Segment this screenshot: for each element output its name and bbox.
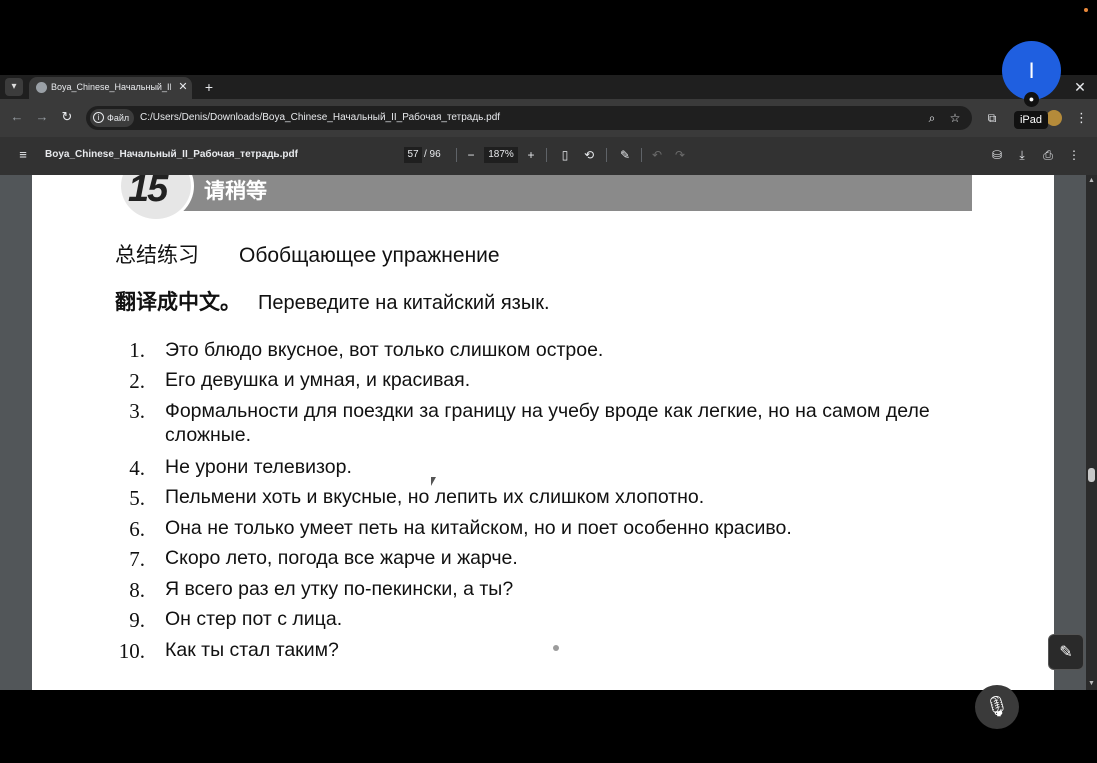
redo-icon[interactable]: ↷ [672, 147, 688, 163]
zoom-input[interactable]: 187% [484, 147, 518, 163]
screen: ▾ Boya_Chinese_Начальный_II_Р ✕ + ✕ ← → … [0, 0, 1097, 763]
fit-page-icon[interactable]: ▯ [557, 147, 573, 163]
exercise-text: Не урони телевизор. [165, 456, 352, 478]
print-icon[interactable]: ⎙ [1040, 147, 1056, 163]
scroll-up-arrow-icon[interactable]: ▲ [1087, 176, 1096, 185]
task-heading-ru: Переведите на китайский язык. [258, 292, 550, 314]
lesson-title: 请稍等 [204, 179, 267, 203]
lesson-number: 15 [128, 175, 168, 210]
section-heading-ru: Обобщающее упражнение [239, 244, 500, 267]
exercise-text: Он стер пот с лица. [165, 608, 343, 630]
vertical-scrollbar[interactable] [1086, 175, 1097, 690]
tab-close-button[interactable]: ✕ [176, 80, 190, 94]
back-button[interactable]: ← [8, 108, 26, 126]
exercise-number: 6. [129, 517, 145, 541]
pdf-page: 15 请稍等 总结练习 Обобщающее упражнение 翻译成中文。… [32, 175, 1054, 690]
tab-title[interactable]: Boya_Chinese_Начальный_II_Р [51, 80, 171, 94]
zoom-in-button[interactable]: + [523, 147, 539, 163]
forward-button[interactable]: → [33, 108, 51, 126]
new-tab-button[interactable]: + [200, 79, 218, 95]
exercise-number: 7. [129, 547, 145, 571]
annotate-pen-icon[interactable]: ✎ [617, 147, 633, 163]
exercise-number: 1. [129, 338, 145, 362]
pdf-viewer[interactable]: 15 请稍等 总结练习 Обобщающее упражнение 翻译成中文。… [0, 175, 1097, 690]
globe-icon [36, 82, 47, 93]
pointer-dot [553, 645, 559, 651]
task-heading-zh: 翻译成中文。 [115, 290, 241, 314]
extensions-icon[interactable]: ⧉ [984, 110, 1000, 126]
site-chip-label: Файл [107, 113, 130, 123]
exercise-text: Она не только умеет петь на китайском, н… [165, 517, 792, 539]
sidebar-menu-icon[interactable]: ≡ [15, 147, 31, 163]
scroll-down-arrow-icon[interactable]: ▼ [1087, 679, 1096, 688]
exercise-text: Как ты стал таким? [165, 639, 339, 661]
drive-save-icon[interactable]: ⛁ [989, 147, 1005, 163]
window-close-button[interactable]: ✕ [1071, 79, 1089, 95]
divider [456, 148, 457, 162]
scrollbar-thumb[interactable] [1088, 468, 1095, 482]
tab-search-button[interactable]: ▾ [5, 78, 23, 96]
divider [641, 148, 642, 162]
pdf-title: Boya_Chinese_Начальный_II_Рабочая_тетрад… [45, 149, 298, 160]
microphone-icon: ● [1024, 92, 1039, 107]
exercise-number: 10. [118, 639, 145, 663]
pdf-more-icon[interactable]: ⋮ [1066, 147, 1082, 163]
divider [606, 148, 607, 162]
recording-indicator [1084, 8, 1088, 12]
exercise-number: 3. [129, 399, 145, 423]
exercise-text: Его девушка и умная, и красивая. [165, 369, 471, 391]
exercise-number: 8. [129, 578, 145, 602]
mouse-cursor-icon [431, 477, 436, 486]
lesson-banner [182, 175, 972, 211]
exercise-number: 9. [129, 608, 145, 632]
exercise-number: 5. [129, 486, 145, 510]
rotate-icon[interactable]: ⟲ [581, 147, 597, 163]
device-label: iPad [1014, 111, 1048, 129]
microphone-button[interactable]: 🎙 [975, 685, 1019, 729]
exercise-text: Скоро лето, погода все жарче и жарче. [165, 547, 518, 569]
exercise-text: Это блюдо вкусное, вот только слишком ос… [165, 339, 604, 361]
section-heading-zh: 总结练习 [115, 243, 199, 267]
exercise-number: 2. [129, 369, 145, 393]
annotation-edit-icon[interactable]: ✎ [1048, 634, 1084, 670]
exercise-number: 4. [129, 456, 145, 480]
bookmark-star-icon[interactable]: ☆ [947, 110, 963, 126]
undo-icon[interactable]: ↶ [649, 147, 665, 163]
reload-button[interactable]: ↻ [58, 108, 76, 126]
exercise-text: Я всего раз ел утку по-пекински, а ты? [165, 578, 514, 600]
page-number-input[interactable]: 57 [404, 147, 422, 163]
download-icon[interactable]: ⤓ [1014, 147, 1030, 163]
exercise-text: Пельмени хоть и вкусные, но лепить их сл… [165, 486, 705, 508]
profile-avatar[interactable] [1046, 110, 1062, 126]
browser-menu-icon[interactable]: ⋮ [1075, 110, 1088, 126]
url-text[interactable]: C:/Users/Denis/Downloads/Boya_Chinese_На… [140, 111, 900, 125]
divider [546, 148, 547, 162]
exercise-text: Формальности для поездки за границу на у… [165, 400, 930, 446]
info-icon: i [93, 112, 104, 123]
zoom-magnifier-icon[interactable]: ⌕ [924, 110, 940, 126]
zoom-out-button[interactable]: − [463, 147, 479, 163]
page-total: / 96 [424, 149, 441, 160]
